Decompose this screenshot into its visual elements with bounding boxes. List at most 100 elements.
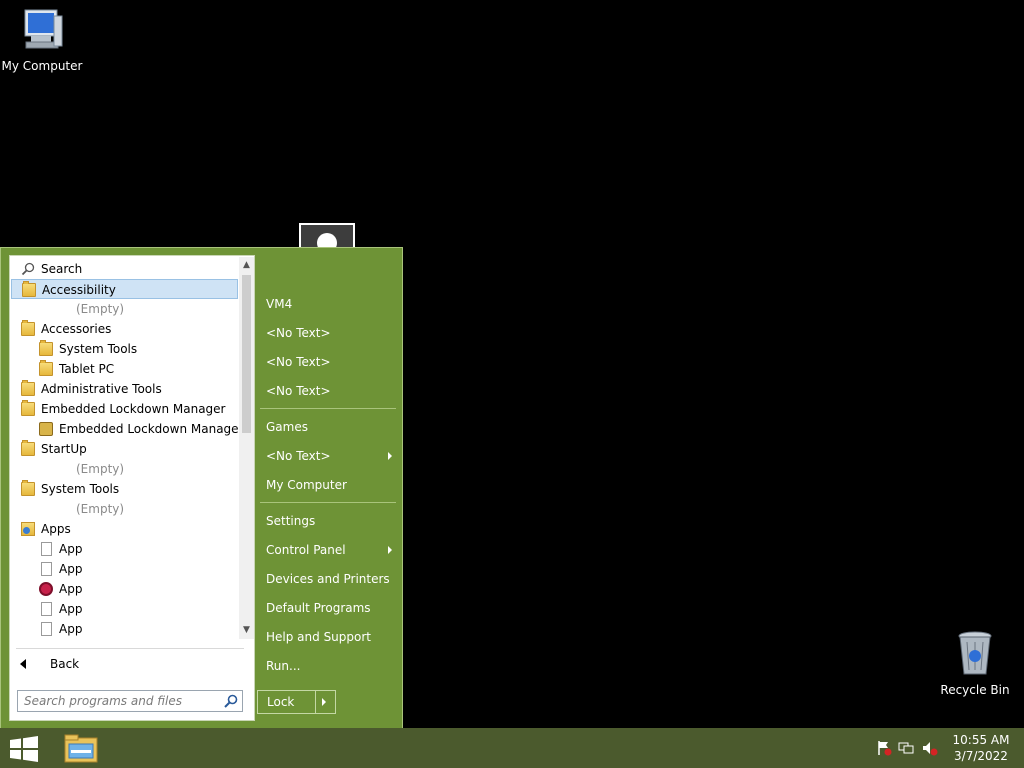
- apps-folder-icon: [21, 522, 35, 536]
- program-list-item-label: Tablet PC: [59, 362, 115, 376]
- program-list-item-label: App: [59, 602, 83, 616]
- lock-options-arrow-icon[interactable]: [322, 698, 326, 706]
- program-list-item-label: Accessories: [41, 322, 112, 336]
- taskbar: 10:55 AM 3/7/2022: [0, 728, 1024, 768]
- divider: [260, 502, 396, 503]
- program-list: Search Accessibility (Empty) Accessories Sys…: [11, 257, 238, 639]
- windows-start-icon[interactable]: [8, 736, 40, 762]
- program-list-item[interactable]: App: [11, 579, 238, 599]
- volume-muted-icon[interactable]: [922, 740, 938, 756]
- clock[interactable]: 10:55 AM 3/7/2022: [946, 732, 1016, 764]
- search-icon: [21, 262, 35, 276]
- file-explorer-icon[interactable]: [62, 732, 100, 764]
- program-list-item[interactable]: Embedded Lockdown Manager: [11, 419, 238, 439]
- program-list-item[interactable]: App: [11, 539, 238, 559]
- programs-pane: Search Accessibility (Empty) Accessories Sys…: [9, 255, 255, 721]
- program-list-item-label: App: [59, 622, 83, 636]
- divider: [315, 691, 316, 713]
- start-menu-right-item[interactable]: Games: [258, 416, 398, 438]
- start-menu-right-item[interactable]: <No Text>: [258, 322, 398, 344]
- desktop-my-computer-label: My Computer: [1, 59, 83, 73]
- start-menu-right-item-label: Help and Support: [266, 630, 371, 644]
- lock-button[interactable]: Lock: [257, 690, 336, 714]
- desktop-my-computer[interactable]: My Computer: [0, 8, 84, 73]
- program-list-item[interactable]: App: [11, 599, 238, 619]
- scroll-up-button[interactable]: ▲: [239, 257, 254, 274]
- start-menu-right-item[interactable]: My Computer: [258, 474, 398, 496]
- back-arrow-icon: [20, 659, 26, 669]
- program-list-item[interactable]: Apps: [11, 519, 238, 539]
- folder-icon: [21, 440, 35, 456]
- program-list-item[interactable]: System Tools: [11, 479, 238, 499]
- program-list-item[interactable]: Embedded Lockdown Manager: [11, 399, 238, 419]
- search-input[interactable]: [18, 691, 224, 711]
- start-menu-right-item[interactable]: Devices and Printers: [258, 568, 398, 590]
- search-box[interactable]: [17, 690, 243, 712]
- program-list-item[interactable]: Accessories: [11, 319, 238, 339]
- program-list-item-label: App: [59, 582, 83, 596]
- folder-icon: [21, 320, 35, 336]
- action-center-flag-icon[interactable]: [876, 740, 892, 756]
- program-list-item-label: Embedded Lockdown Manager: [41, 402, 226, 416]
- start-menu-right-item[interactable]: Run...: [258, 655, 398, 677]
- program-list-item-label: Administrative Tools: [41, 382, 162, 396]
- recycle-bin-icon: [958, 631, 992, 675]
- clock-date: 3/7/2022: [954, 749, 1008, 763]
- program-list-item[interactable]: Accessibility: [11, 279, 238, 299]
- program-list-item[interactable]: StartUp: [11, 439, 238, 459]
- clock-time: 10:55 AM: [952, 733, 1010, 747]
- document-icon: [41, 622, 52, 636]
- program-list-item[interactable]: App: [11, 619, 238, 639]
- program-list-item-label: Apps: [41, 522, 71, 536]
- program-list-item[interactable]: Tablet PC: [11, 359, 238, 379]
- folder-icon: [39, 360, 53, 376]
- lock-label: Lock: [267, 695, 295, 709]
- submenu-arrow-icon: [388, 546, 392, 554]
- program-list-item-label: Embedded Lockdown Manager: [59, 422, 238, 436]
- start-menu-right-item-label: Control Panel: [266, 543, 346, 557]
- program-list-item[interactable]: System Tools: [11, 339, 238, 359]
- start-menu-right-item-label: <No Text>: [266, 384, 331, 398]
- folder-icon: [22, 281, 36, 297]
- program-list-item-label: System Tools: [41, 482, 120, 496]
- start-menu-right-item-label: Games: [266, 420, 308, 434]
- desktop-recycle-bin-label: Recycle Bin: [940, 683, 1010, 697]
- divider: [260, 408, 396, 409]
- folder-icon: [21, 380, 35, 396]
- program-list-item-label: (Empty): [76, 462, 125, 476]
- network-icon[interactable]: [898, 740, 914, 756]
- program-list-item[interactable]: Search: [11, 259, 238, 279]
- program-list-item-label: (Empty): [76, 302, 125, 316]
- system-tray: [870, 738, 940, 758]
- start-menu-right-item-label: Settings: [266, 514, 316, 528]
- start-menu-right-item[interactable]: <No Text>: [258, 351, 398, 373]
- program-list-item-label: (Empty): [76, 502, 125, 516]
- start-menu-right-item-label: Default Programs: [266, 601, 371, 615]
- start-menu-right-item[interactable]: Settings: [258, 510, 398, 532]
- list-item-empty: (Empty): [11, 299, 238, 319]
- submenu-arrow-icon: [388, 452, 392, 460]
- scroll-down-button[interactable]: ▼: [239, 622, 254, 639]
- start-menu-right-item[interactable]: Default Programs: [258, 597, 398, 619]
- start-menu-right-item[interactable]: VM4: [258, 293, 398, 315]
- program-list-item[interactable]: App: [11, 559, 238, 579]
- alarm-clock-icon: [39, 582, 53, 596]
- start-menu-right-item[interactable]: Help and Support: [258, 626, 398, 648]
- start-menu-right-item[interactable]: Control Panel: [258, 539, 398, 561]
- program-list-item-label: App: [59, 542, 83, 556]
- document-icon: [41, 542, 52, 556]
- lock-icon: [39, 422, 53, 436]
- scroll-thumb[interactable]: [242, 275, 251, 433]
- list-item-empty: (Empty): [11, 499, 238, 519]
- program-list-item[interactable]: Administrative Tools: [11, 379, 238, 399]
- start-menu-right-item[interactable]: <No Text>: [258, 380, 398, 402]
- program-list-item-label: Search: [41, 262, 83, 276]
- search-icon[interactable]: [223, 693, 239, 709]
- program-list-item-label: System Tools: [59, 342, 138, 356]
- back-label: Back: [50, 657, 80, 671]
- start-menu-right-item[interactable]: <No Text>: [258, 445, 398, 467]
- desktop-recycle-bin[interactable]: Recycle Bin: [933, 630, 1017, 697]
- start-menu-right-item-label: <No Text>: [266, 326, 331, 340]
- document-icon: [41, 602, 52, 616]
- program-list-scrollbar[interactable]: ▲ ▼: [239, 257, 254, 639]
